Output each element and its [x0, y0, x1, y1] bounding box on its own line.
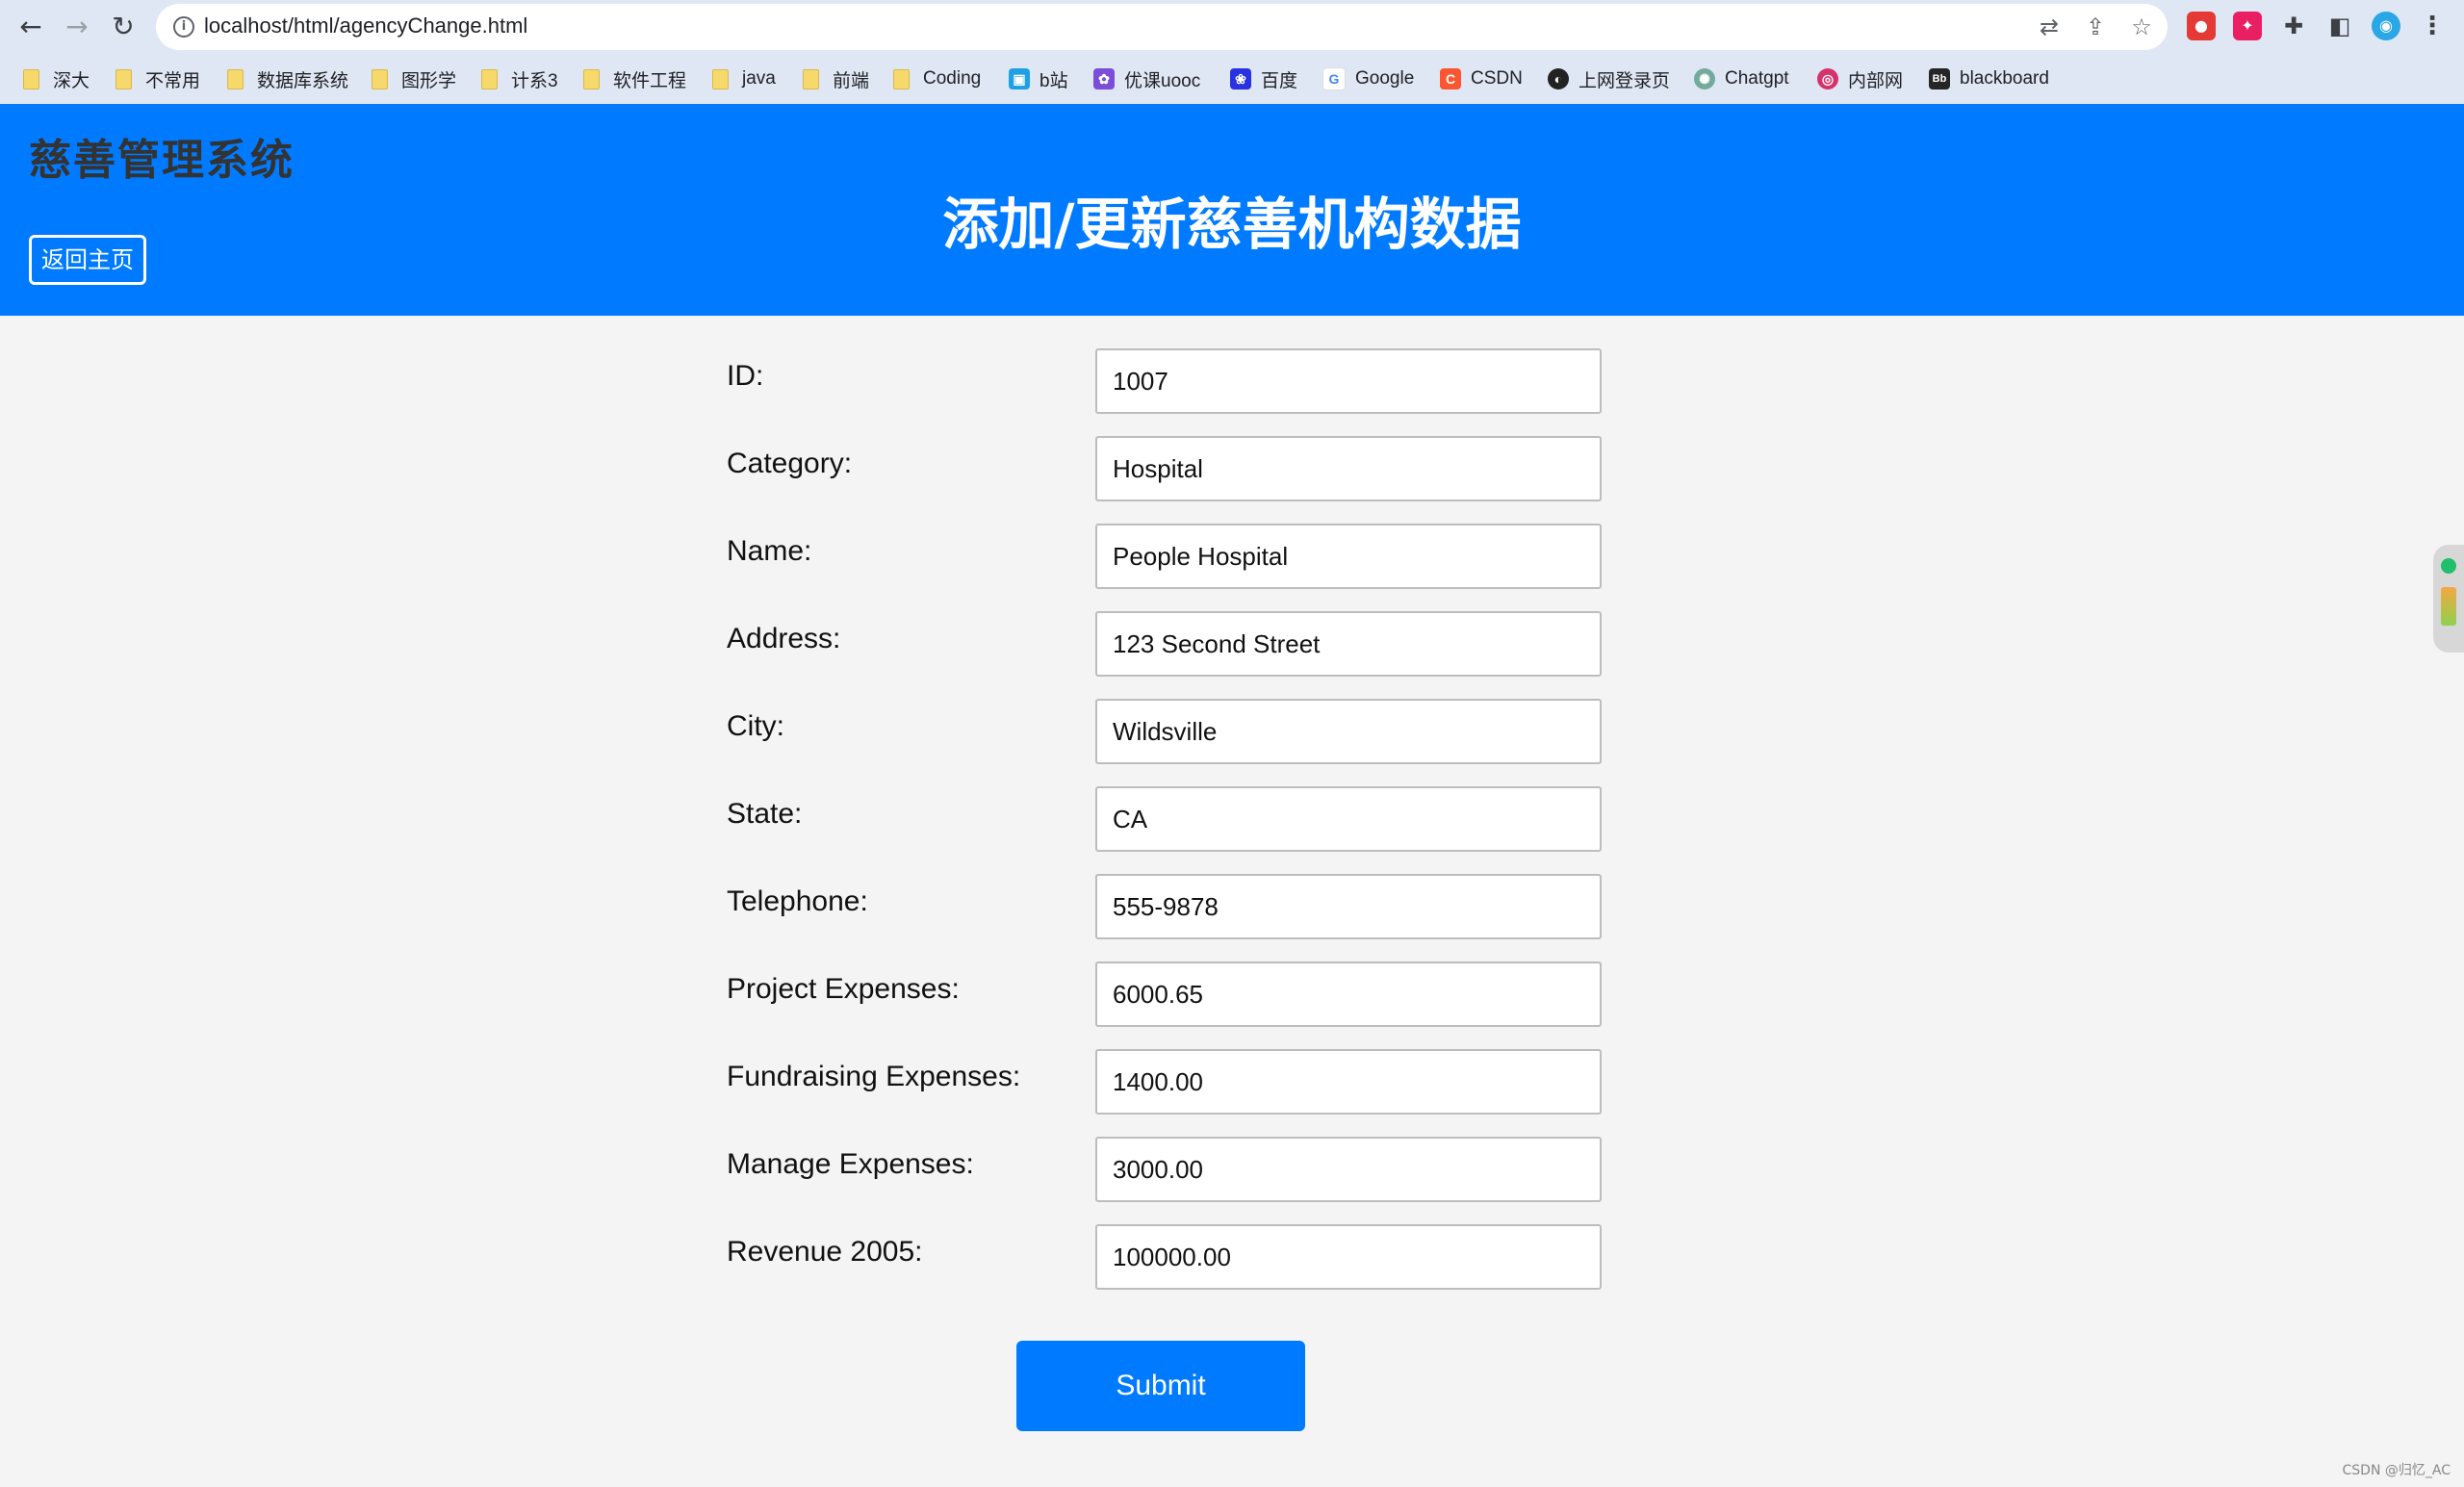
folder-icon	[803, 68, 819, 90]
manage-expenses-input[interactable]	[1095, 1137, 1602, 1202]
page-header: 慈善管理系统 返回主页 添加/更新慈善机构数据	[0, 104, 2464, 316]
bookmark-item[interactable]: ❀ 百度	[1230, 64, 1297, 94]
telephone-input[interactable]	[1095, 874, 1602, 939]
extension-red-icon[interactable]: ●	[2187, 12, 2216, 40]
state-label: State:	[727, 798, 803, 830]
id-label: ID:	[727, 360, 764, 392]
revenue-2005-input[interactable]	[1095, 1224, 1602, 1290]
category-label: Category:	[727, 448, 853, 479]
side-extension-handle[interactable]	[2433, 545, 2464, 653]
bookmarks-bar: 深大 不常用 数据库系统 图形学 计系3 软件工程 java 前端 Coding…	[0, 58, 2464, 100]
system-title: 慈善管理系统	[29, 136, 295, 185]
city-input[interactable]	[1095, 699, 1602, 764]
form-row-name: Name:	[0, 524, 2464, 589]
folder-icon	[481, 68, 498, 90]
bookmark-item[interactable]: Coding	[893, 64, 981, 94]
address-bar[interactable]: i localhost/html/agencyChange.html ⇄ ⇪ ☆	[156, 4, 2168, 50]
side-panel-icon[interactable]: ◧	[2325, 12, 2354, 40]
bookmark-item[interactable]: ◐ 上网登录页	[1548, 64, 1670, 94]
id-input[interactable]	[1095, 348, 1602, 414]
fundraising-expenses-label: Fundraising Expenses:	[727, 1061, 1021, 1092]
form-row-address: Address:	[0, 611, 2464, 677]
bookmark-item[interactable]: ✺ Chatgpt	[1694, 64, 1789, 94]
form-row-telephone: Telephone:	[0, 874, 2464, 939]
forward-arrow-icon[interactable]: →	[58, 8, 96, 46]
bookmark-item[interactable]: 前端	[803, 64, 869, 94]
bookmark-item[interactable]: 计系3	[481, 64, 558, 94]
watermark: CSDN @归忆_AC	[2342, 1463, 2451, 1478]
revenue-2005-label: Revenue 2005:	[727, 1236, 923, 1268]
back-arrow-icon[interactable]: ←	[12, 8, 50, 46]
bookmark-item[interactable]: ◎ 内部网	[1817, 64, 1903, 94]
profile-avatar-icon[interactable]: ◉	[2372, 12, 2400, 40]
address-label: Address:	[727, 623, 841, 654]
extensions-puzzle-icon[interactable]: ✚	[2279, 12, 2308, 40]
bilibili-icon: ▣	[1009, 68, 1030, 90]
state-input[interactable]	[1095, 786, 1602, 852]
address-input[interactable]	[1095, 611, 1602, 677]
intranet-icon: ◎	[1817, 68, 1838, 90]
bookmark-item[interactable]: Bb blackboard	[1929, 64, 2049, 94]
form-row-city: City:	[0, 699, 2464, 764]
blackboard-icon: Bb	[1929, 68, 1950, 90]
baidu-icon: ❀	[1230, 68, 1251, 90]
page-title: 添加/更新慈善机构数据	[942, 192, 1522, 257]
browser-chrome: ← → ↻ i localhost/html/agencyChange.html…	[0, 0, 2464, 104]
category-input[interactable]	[1095, 436, 1602, 501]
menu-kebab-icon[interactable]: ⋮	[2418, 12, 2447, 40]
globe-icon: ◐	[1548, 68, 1569, 90]
browser-toolbar: ← → ↻ i localhost/html/agencyChange.html…	[0, 0, 2464, 54]
bookmark-item[interactable]: 不常用	[116, 64, 200, 94]
chatgpt-icon: ✺	[1694, 68, 1715, 90]
folder-icon	[712, 68, 729, 90]
bookmark-item[interactable]: java	[712, 64, 776, 94]
submit-button[interactable]: Submit	[1016, 1341, 1305, 1431]
bookmark-item[interactable]: 图形学	[372, 64, 456, 94]
translate-icon[interactable]: ⇄	[2033, 12, 2066, 42]
form-row-category: Category:	[0, 436, 2464, 501]
folder-icon	[23, 68, 39, 90]
folder-icon	[116, 68, 132, 90]
site-info-icon[interactable]: i	[173, 16, 194, 38]
folder-icon	[372, 68, 388, 90]
form-row-fundraising-expenses: Fundraising Expenses:	[0, 1049, 2464, 1115]
uooc-icon: ✿	[1093, 68, 1115, 90]
bookmark-item[interactable]: ▣ b站	[1009, 64, 1068, 94]
folder-icon	[227, 68, 244, 90]
name-input[interactable]	[1095, 524, 1602, 589]
folder-icon	[583, 68, 600, 90]
name-label: Name:	[727, 535, 812, 567]
extension-pink-icon[interactable]: ✦	[2233, 12, 2262, 40]
form-row-project-expenses: Project Expenses:	[0, 961, 2464, 1027]
bookmark-item[interactable]: 数据库系统	[227, 64, 348, 94]
google-icon: G	[1322, 67, 1346, 90]
bookmark-item[interactable]: ✿ 优课uooc	[1093, 64, 1200, 94]
telephone-label: Telephone:	[727, 885, 868, 917]
manage-expenses-label: Manage Expenses:	[727, 1148, 974, 1180]
form-row-revenue-2005: Revenue 2005:	[0, 1224, 2464, 1290]
project-expenses-label: Project Expenses:	[727, 973, 960, 1005]
bookmark-item[interactable]: 软件工程	[583, 64, 686, 94]
reload-icon[interactable]: ↻	[104, 8, 142, 46]
folder-icon	[893, 68, 910, 90]
form-row-state: State:	[0, 786, 2464, 852]
address-url[interactable]: localhost/html/agencyChange.html	[204, 13, 527, 38]
fundraising-expenses-input[interactable]	[1095, 1049, 1602, 1115]
status-dot-icon	[2441, 558, 2456, 574]
form-row-manage-expenses: Manage Expenses:	[0, 1137, 2464, 1202]
csdn-icon: C	[1440, 68, 1461, 90]
share-icon[interactable]: ⇪	[2079, 12, 2112, 42]
form-row-id: ID:	[0, 348, 2464, 414]
city-label: City:	[727, 710, 784, 742]
project-expenses-input[interactable]	[1095, 961, 1602, 1027]
agency-form: ID: Category: Name: Address: City: State…	[0, 316, 2464, 1487]
bookmark-star-icon[interactable]: ☆	[2125, 12, 2158, 42]
bookmark-item[interactable]: 深大	[23, 64, 90, 94]
bookmark-item[interactable]: G Google	[1322, 64, 1414, 94]
bookmark-item[interactable]: C CSDN	[1440, 64, 1523, 94]
level-bar-icon	[2441, 587, 2456, 626]
